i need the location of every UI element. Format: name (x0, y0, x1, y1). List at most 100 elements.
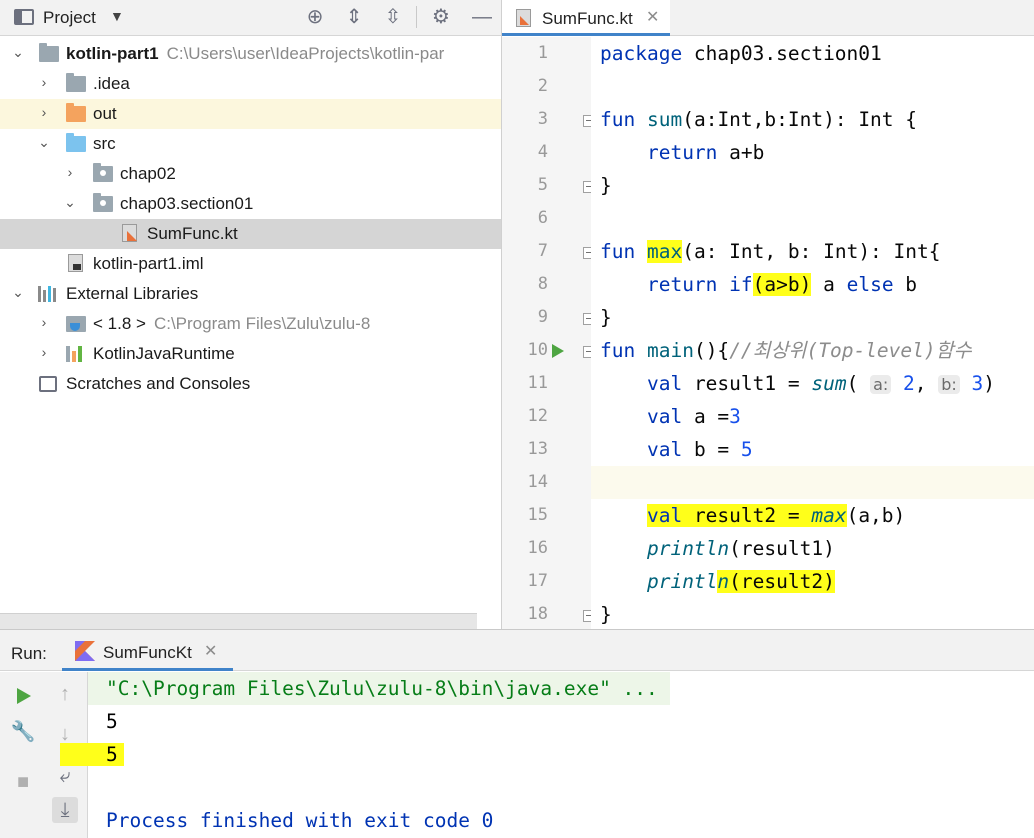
chevron-down-icon[interactable]: ▼ (110, 8, 124, 24)
expand-all-icon[interactable]: ⇕ (342, 5, 366, 29)
line-number: 8 (537, 274, 548, 294)
console-line-exit: Process finished with exit code 0 (106, 809, 494, 832)
tree-item-label: kotlin-part1.iml (93, 254, 204, 273)
tree-item-jdk[interactable]: › < 1.8 > C:\Program Files\Zulu\zulu-8 (0, 309, 501, 339)
collapse-all-icon[interactable]: ⇳ (381, 5, 405, 29)
editor-tab-label: SumFunc.kt (542, 9, 633, 28)
parameter-hint: b: (938, 375, 960, 394)
tree-item-kotlin-java-runtime[interactable]: › KotlinJavaRuntime (0, 339, 501, 369)
run-tool-window: Run: SumFuncKt ✕ ↑ 🔧 ↓ ■ ⤶ ⤓ "C:\Program… (0, 629, 1034, 838)
project-tool-window: Project ▼ ⊕ ⇕ ⇳ ⚙ — ⌄ kotlin-part1 C:\Use… (0, 0, 501, 629)
tree-item-path: C:\Users\user\IdeaProjects\kotlin-par (166, 44, 445, 63)
console-line-command: "C:\Program Files\Zulu\zulu-8\bin\java.e… (88, 672, 670, 705)
chevron-right-icon[interactable]: › (37, 344, 51, 360)
run-tab-sumfuncKt[interactable]: SumFuncKt ✕ (62, 630, 233, 671)
soft-wrap-icon[interactable]: ⤶ (52, 763, 78, 789)
code-line: } (600, 306, 612, 329)
console-line: 5 (106, 710, 118, 733)
line-number: 7 (537, 241, 548, 261)
tree-item-scratches[interactable]: Scratches and Consoles (0, 369, 501, 399)
code-line: val result2 = max(a,b) (646, 504, 906, 527)
code-line: fun sum(a:Int,b:Int): Int { (600, 108, 918, 131)
tree-item-label: .idea (93, 74, 130, 93)
module-folder-icon (39, 43, 59, 62)
scratches-icon (39, 376, 57, 392)
code-line-current (591, 466, 1034, 499)
editor-tab-sumfunc[interactable]: SumFunc.kt ✕ (502, 0, 670, 36)
tree-item-label: SumFunc.kt (147, 224, 238, 243)
locate-file-icon[interactable]: ⊕ (303, 5, 327, 29)
tree-item-external-libraries[interactable]: ⌄ External Libraries (0, 279, 501, 309)
tree-item-iml[interactable]: kotlin-part1.iml (0, 249, 501, 279)
project-view-icon (14, 9, 34, 25)
scroll-to-end-icon[interactable]: ⤓ (52, 797, 78, 823)
wrench-icon[interactable]: 🔧 (10, 719, 36, 745)
chevron-right-icon[interactable]: › (37, 104, 51, 120)
stop-icon[interactable]: ■ (10, 769, 36, 795)
line-number: 9 (537, 307, 548, 327)
line-number: 12 (527, 406, 548, 426)
arrow-up-icon[interactable]: ↑ (52, 681, 78, 707)
line-number: 13 (527, 439, 548, 459)
line-number: 16 (527, 538, 548, 558)
code-line: println(result1) (646, 537, 835, 560)
kotlin-file-icon (122, 224, 137, 242)
kotlin-file-icon (516, 9, 531, 27)
tree-item-label: kotlin-part1 (66, 44, 159, 63)
line-number: 5 (537, 175, 548, 195)
package-icon (93, 193, 113, 212)
run-main-icon[interactable] (552, 344, 564, 358)
tree-item-src[interactable]: ⌄ src (0, 129, 501, 159)
chevron-down-icon[interactable]: ⌄ (11, 284, 25, 301)
line-number: 2 (537, 76, 548, 96)
line-number: 14 (527, 472, 548, 492)
hide-panel-icon[interactable]: — (470, 5, 494, 29)
tree-item-label: External Libraries (66, 284, 199, 303)
horizontal-scrollbar[interactable] (0, 613, 477, 629)
package-icon (93, 163, 113, 182)
chevron-down-icon[interactable]: ⌄ (11, 44, 25, 61)
chevron-right-icon[interactable]: › (37, 314, 51, 330)
iml-file-icon (68, 254, 83, 272)
code-editor[interactable]: package chap03.section01 fun sum(a:Int,b… (591, 37, 1034, 629)
chevron-down-icon[interactable]: ⌄ (63, 194, 77, 211)
tree-item-path: C:\Program Files\Zulu\zulu-8 (153, 314, 371, 333)
tree-item-label: chap02 (120, 164, 176, 183)
line-number: 17 (527, 571, 548, 591)
code-line: } (600, 603, 612, 626)
tree-item-kotlin-part1[interactable]: ⌄ kotlin-part1 C:\Users\user\IdeaProjects… (0, 39, 501, 69)
tree-item-chap03-section01[interactable]: ⌄ chap03.section01 (0, 189, 501, 219)
tree-item-chap02[interactable]: › chap02 (0, 159, 501, 189)
run-tab-label: SumFuncKt (103, 643, 192, 662)
code-line: val result1 = sum( a: 2, b: 3) (646, 372, 996, 395)
console-line: 5 (60, 738, 124, 771)
tree-item-sumfunc-kt[interactable]: SumFunc.kt (0, 219, 501, 249)
project-view-selector[interactable]: Project (43, 8, 96, 28)
source-folder-icon (66, 133, 86, 152)
console-output[interactable]: "C:\Program Files\Zulu\zulu-8\bin\java.e… (60, 672, 1034, 838)
close-icon[interactable]: ✕ (646, 7, 659, 27)
parameter-hint: a: (870, 375, 892, 394)
tree-item-label: < 1.8 > (93, 314, 146, 333)
line-number: 1 (537, 43, 548, 63)
close-icon[interactable]: ✕ (204, 641, 217, 661)
chevron-right-icon[interactable]: › (63, 164, 77, 180)
code-line: val a =3 (646, 405, 741, 428)
code-line: return if(a>b) a else b (646, 273, 918, 296)
tree-item-label: out (93, 104, 117, 123)
tree-item-idea[interactable]: › .idea (0, 69, 501, 99)
excluded-folder-icon (66, 103, 86, 122)
line-number: 10 (527, 340, 548, 360)
tree-item-out[interactable]: › out (0, 99, 501, 129)
tree-item-label: chap03.section01 (120, 194, 254, 213)
tree-item-label: Scratches and Consoles (66, 374, 251, 393)
code-line: return a+b (646, 141, 765, 164)
chevron-right-icon[interactable]: › (37, 74, 51, 90)
library-icon (38, 286, 60, 302)
rerun-icon[interactable] (10, 683, 36, 709)
gear-icon[interactable]: ⚙ (429, 5, 453, 29)
chevron-down-icon[interactable]: ⌄ (37, 134, 51, 151)
